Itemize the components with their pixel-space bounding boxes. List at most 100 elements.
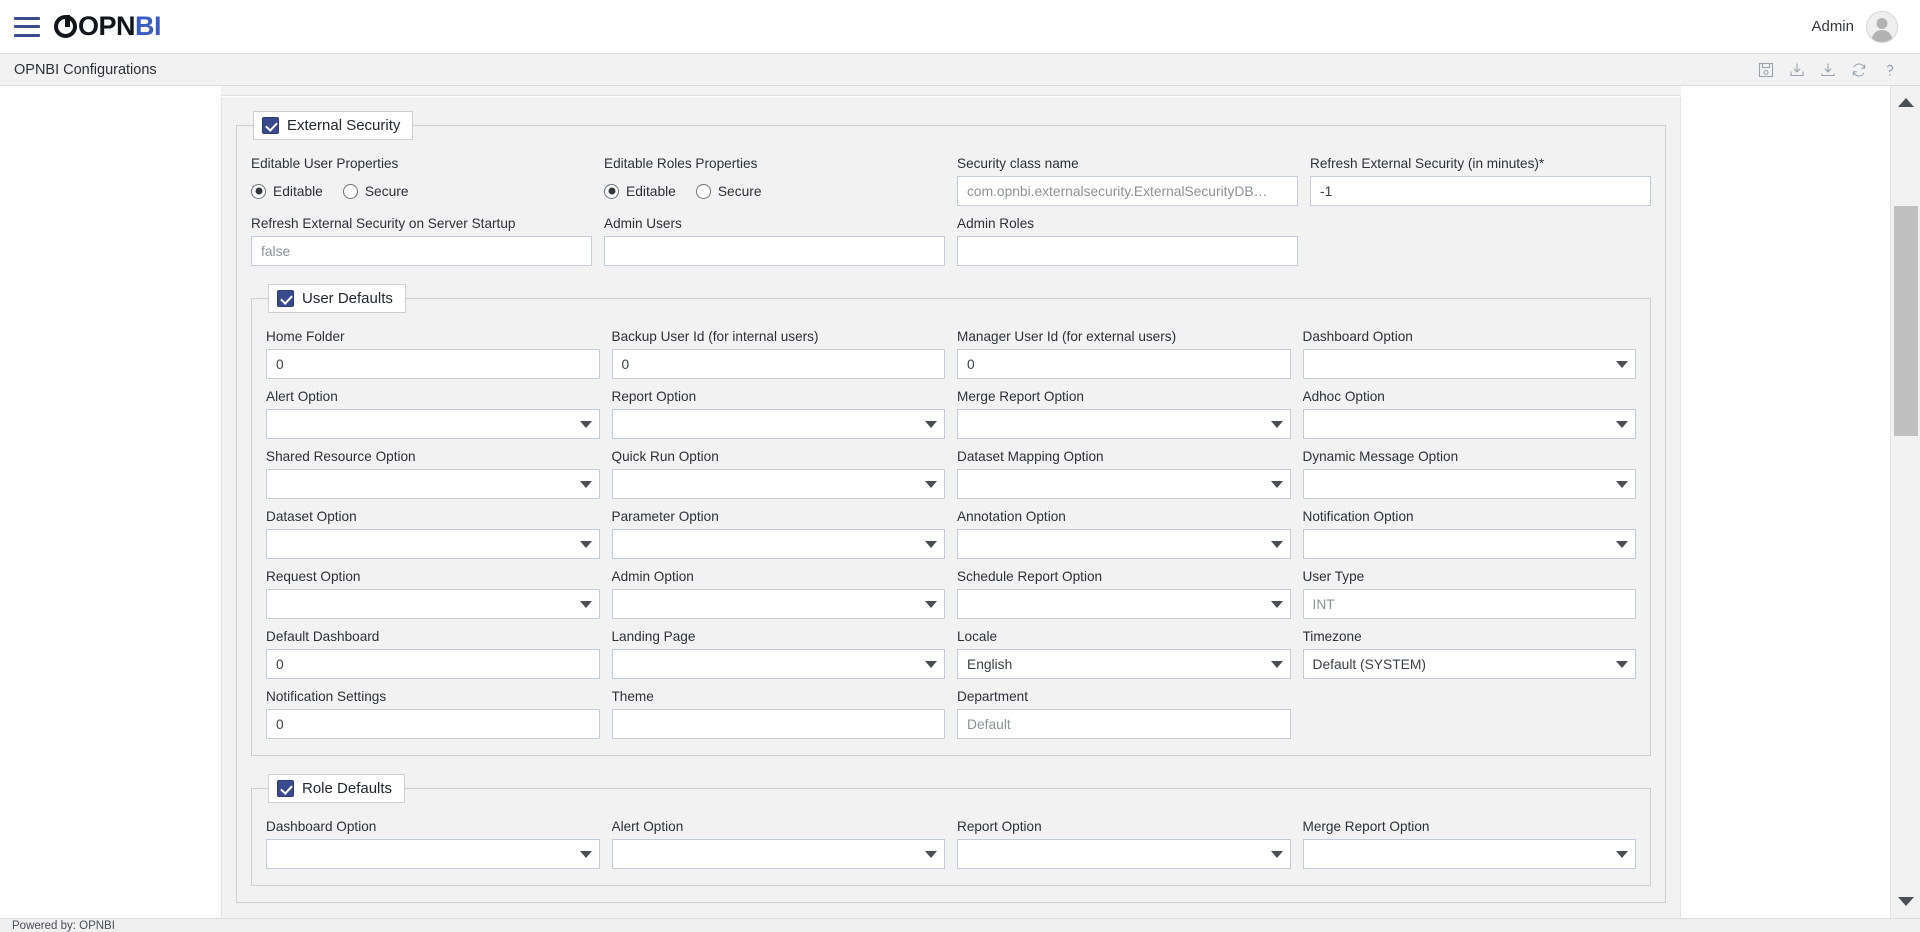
avatar[interactable] [1866,10,1898,43]
scroll-up-arrow-icon[interactable] [1897,98,1914,107]
refresh-minutes-input[interactable]: -1 [1310,176,1651,206]
brand-logo[interactable]: OPN BI [54,11,162,42]
chevron-down-icon[interactable] [1609,840,1635,868]
select-merge-report-option[interactable] [957,409,1291,439]
label-request-option: Request Option [266,569,361,584]
help-icon[interactable] [1882,62,1898,78]
chevron-down-icon[interactable] [573,840,599,868]
chevron-down-icon[interactable] [918,840,944,868]
input-theme[interactable] [611,709,945,739]
select-notification-option[interactable] [1302,529,1636,559]
select-dataset-mapping-option[interactable] [957,469,1291,499]
radio-user-secure[interactable]: Secure [342,183,409,199]
vertical-scrollbar[interactable] [1890,86,1920,918]
chevron-down-icon[interactable] [1264,590,1290,618]
input-manager-user-id-for-external-users[interactable]: 0 [957,349,1291,379]
download-icon[interactable] [1789,62,1805,78]
chevron-down-icon[interactable] [1609,350,1635,378]
radio-roles-secure[interactable]: Secure [695,183,762,199]
field-dataset-mapping-option: Dataset Mapping Option [957,449,1291,499]
select-alert-option[interactable] [611,839,945,869]
chevron-down-icon[interactable] [1609,650,1635,678]
radio-roles-editable[interactable]: Editable [604,183,676,199]
select-dataset-option[interactable] [266,529,600,559]
select-landing-page[interactable] [611,649,945,679]
field-quick-run-option: Quick Run Option [611,449,945,499]
security-class-name-input[interactable]: com.opnbi.externalsecurity.ExternalSecur… [957,176,1298,206]
select-request-option[interactable] [266,589,600,619]
save-icon[interactable] [1758,62,1774,78]
field-editable-user-properties: Editable User Properties Editable Secure [251,156,592,206]
panel-top-strip [221,86,1681,96]
chevron-down-icon[interactable] [573,590,599,618]
select-adhoc-option[interactable] [1302,409,1636,439]
field-merge-report-option: Merge Report Option [957,389,1291,439]
field-department: Department Default [957,689,1291,739]
chevron-down-icon[interactable] [573,410,599,438]
input-department[interactable]: Default [957,709,1291,739]
field-notification-settings: Notification Settings 0 [266,689,600,739]
select-annotation-option[interactable] [957,529,1291,559]
select-dynamic-message-option[interactable] [1302,469,1636,499]
select-dashboard-option[interactable] [266,839,600,869]
field-row: Alert Option Report Option Merge Report Op… [266,389,1636,439]
chevron-down-icon[interactable] [918,590,944,618]
field-locale: Locale English [957,629,1291,679]
chevron-down-icon[interactable] [1609,470,1635,498]
chevron-down-icon[interactable] [573,470,599,498]
label-timezone: Timezone [1302,629,1362,644]
chevron-down-icon[interactable] [1609,530,1635,558]
select-timezone[interactable]: Default (SYSTEM) [1302,649,1636,679]
group-external-security: External Security Editable User Properti… [236,111,1666,903]
select-parameter-option[interactable] [611,529,945,559]
input-default-dashboard[interactable]: 0 [266,649,600,679]
select-report-option[interactable] [611,409,945,439]
radio-user-editable[interactable]: Editable [251,183,323,199]
admin-users-input[interactable] [604,236,945,266]
chevron-down-icon[interactable] [918,410,944,438]
select-report-option[interactable] [957,839,1291,869]
select-quick-run-option[interactable] [611,469,945,499]
field-security-class-name: Security class name com.opnbi.externalse… [957,156,1298,206]
label-alert-option: Alert Option [266,389,338,404]
chevron-down-icon[interactable] [1264,650,1290,678]
user-defaults-checkbox[interactable] [277,290,294,307]
refresh-icon[interactable] [1851,62,1867,78]
chevron-down-icon[interactable] [1264,530,1290,558]
user-defaults-rows: Home Folder 0 Backup User Id (for internal… [266,329,1636,739]
input-notification-settings[interactable]: 0 [266,709,600,739]
label-dashboard-option: Dashboard Option [266,819,377,834]
chevron-down-icon[interactable] [1264,410,1290,438]
chevron-down-icon[interactable] [918,530,944,558]
select-dashboard-option[interactable] [1302,349,1636,379]
role-defaults-checkbox[interactable] [277,780,294,797]
chevron-down-icon[interactable] [918,470,944,498]
scroll-down-arrow-icon[interactable] [1897,897,1914,906]
admin-roles-input[interactable] [957,236,1298,266]
select-alert-option[interactable] [266,409,600,439]
select-merge-report-option[interactable] [1302,839,1636,869]
hamburger-menu-icon[interactable] [14,16,40,37]
legend-role-defaults: Role Defaults [268,774,406,803]
input-user-type[interactable]: INT [1302,589,1636,619]
user-name-label: Admin [1811,18,1854,35]
row-external-security-1: Editable User Properties Editable Secure [251,156,1651,206]
chevron-down-icon[interactable] [1264,840,1290,868]
scrollbar-thumb[interactable] [1894,206,1918,436]
field-dynamic-message-option: Dynamic Message Option [1302,449,1636,499]
field-default-dashboard: Default Dashboard 0 [266,629,600,679]
chevron-down-icon[interactable] [1264,470,1290,498]
chevron-down-icon[interactable] [1609,410,1635,438]
select-shared-resource-option[interactable] [266,469,600,499]
import-icon[interactable] [1820,62,1836,78]
input-backup-user-id-for-internal-users[interactable]: 0 [611,349,945,379]
input-home-folder[interactable]: 0 [266,349,600,379]
chevron-down-icon[interactable] [918,650,944,678]
select-schedule-report-option[interactable] [957,589,1291,619]
external-security-checkbox[interactable] [262,117,279,134]
refresh-on-startup-input[interactable]: false [251,236,592,266]
select-admin-option[interactable] [611,589,945,619]
chevron-down-icon[interactable] [573,530,599,558]
select-locale[interactable]: English [957,649,1291,679]
label-default-dashboard: Default Dashboard [266,629,380,644]
